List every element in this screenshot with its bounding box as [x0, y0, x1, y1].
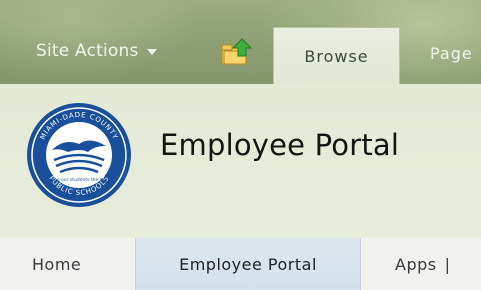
nav-item-employee-portal[interactable]: Employee Portal: [135, 238, 361, 290]
chevron-down-icon: [146, 49, 157, 55]
tab-page-label: Page: [430, 44, 473, 63]
tab-browse-label: Browse: [304, 47, 369, 66]
nav-item-label: Home: [32, 254, 82, 274]
site-actions-label: Site Actions: [36, 41, 139, 61]
nav-item-label: Apps: [395, 254, 437, 274]
logo-motto: giving our students the world: [46, 177, 112, 183]
ribbon: Site Actions Browse Page: [0, 0, 481, 84]
district-logo[interactable]: MIAMI-DADE COUNTY PUBLIC SCHOOLS giving …: [24, 100, 134, 210]
nav-item-apps[interactable]: Apps |: [395, 238, 450, 290]
site-actions-menu[interactable]: Site Actions: [36, 36, 157, 66]
folder-up-arrow-icon[interactable]: [220, 36, 254, 68]
page-title: Employee Portal: [160, 128, 400, 162]
nav-item-label: Employee Portal: [179, 254, 317, 274]
nav-item-home[interactable]: Home: [32, 238, 81, 290]
tab-browse[interactable]: Browse: [273, 27, 400, 84]
tab-page[interactable]: Page: [430, 44, 473, 63]
nav-separator: |: [444, 254, 451, 274]
